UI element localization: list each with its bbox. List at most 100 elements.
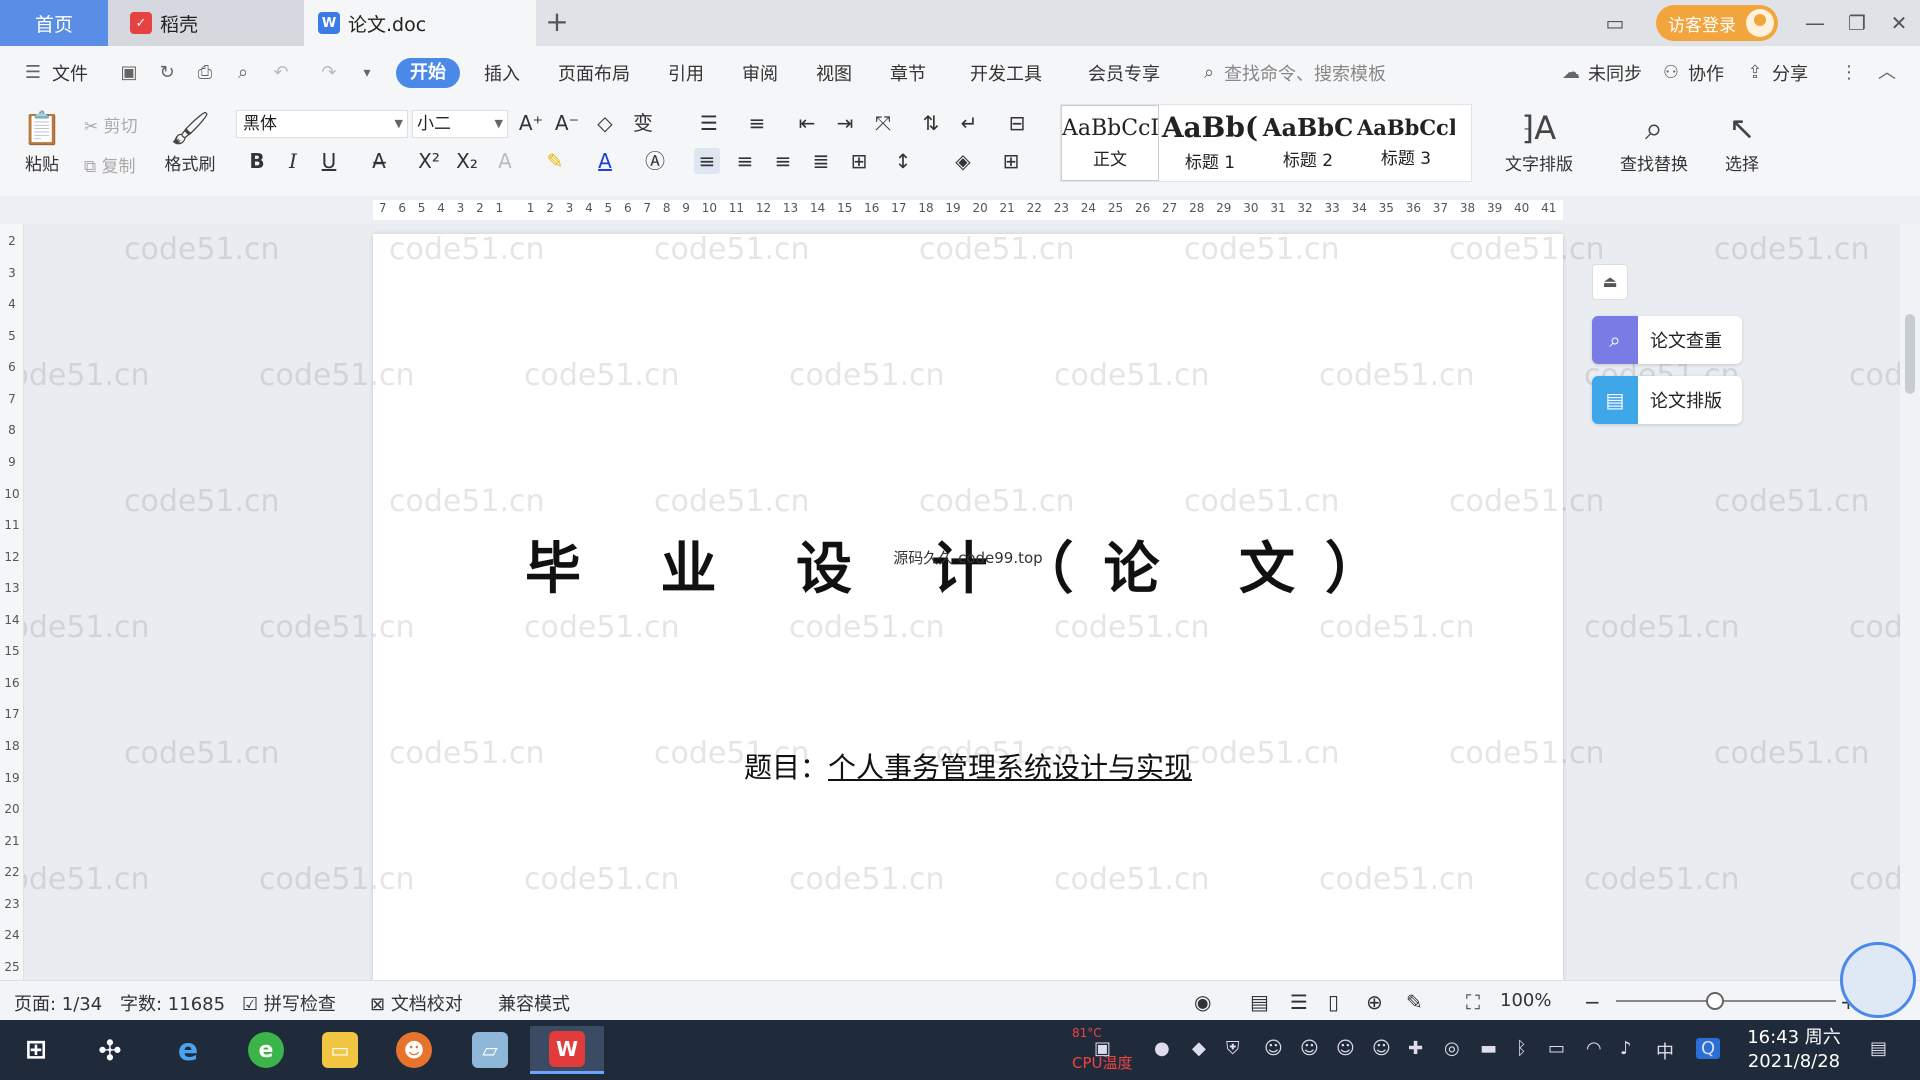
media-app-icon[interactable]: ☻ bbox=[386, 1026, 442, 1074]
notes-app-icon[interactable]: ▱ bbox=[462, 1026, 518, 1074]
style-heading-3[interactable]: AaBbCcl 标题 3 bbox=[1357, 105, 1455, 181]
strikethrough-icon[interactable]: A̶ bbox=[366, 148, 392, 174]
line-spacing-icon[interactable]: ↕ bbox=[890, 148, 916, 174]
menu-references[interactable]: 引用 bbox=[668, 60, 704, 86]
superscript-icon[interactable]: X² bbox=[416, 148, 442, 174]
more-options-icon[interactable]: ⋮ bbox=[1838, 62, 1860, 84]
qq-icon[interactable]: ☺ bbox=[1372, 1038, 1391, 1059]
shrink-font-icon[interactable]: A⁻ bbox=[554, 110, 580, 136]
gpu-icon[interactable]: ▬ bbox=[1480, 1038, 1497, 1059]
scroll-thumb[interactable] bbox=[1905, 314, 1915, 394]
zoom-slider[interactable] bbox=[1616, 1000, 1836, 1002]
sort-icon[interactable]: ⇅ bbox=[918, 110, 944, 136]
text-effect-icon[interactable]: A bbox=[492, 148, 518, 174]
floating-assistant-avatar[interactable] bbox=[1840, 942, 1916, 1018]
cut-button[interactable]: ✂ 剪切 bbox=[84, 112, 138, 137]
file-explorer-icon[interactable]: ▭ bbox=[312, 1026, 368, 1074]
style-heading-2[interactable]: AaBbC 标题 2 bbox=[1259, 105, 1357, 181]
subscript-icon[interactable]: X₂ bbox=[454, 148, 480, 174]
restore-icon[interactable]: ❐ bbox=[1842, 8, 1872, 38]
increase-indent-icon[interactable]: ⇥ bbox=[832, 110, 858, 136]
layout-switch-icon[interactable]: ▭ bbox=[1600, 8, 1630, 38]
new-tab-button[interactable]: + bbox=[540, 6, 574, 40]
reading-view-icon[interactable]: ▯ bbox=[1328, 990, 1339, 1014]
battery-icon[interactable]: ▭ bbox=[1548, 1038, 1565, 1059]
find-replace-button[interactable]: ⌕ 查找替换 bbox=[1606, 106, 1702, 175]
menu-page-layout[interactable]: 页面布局 bbox=[558, 60, 630, 86]
shield-icon[interactable]: ⛨ bbox=[1226, 1038, 1240, 1059]
search-app-icon[interactable]: Q bbox=[1696, 1038, 1721, 1059]
justify-icon[interactable]: ≣ bbox=[808, 148, 834, 174]
tab-ruler-icon[interactable]: ⊟ bbox=[1004, 110, 1030, 136]
borders-icon[interactable]: ⊞ bbox=[998, 148, 1024, 174]
menu-member[interactable]: 会员专享 bbox=[1088, 60, 1160, 86]
volume-icon[interactable]: ♪ bbox=[1620, 1038, 1632, 1059]
tray-app-icon[interactable]: ◆ bbox=[1192, 1038, 1206, 1059]
vertical-scrollbar[interactable] bbox=[1900, 224, 1920, 980]
export-icon[interactable]: ↻ bbox=[156, 62, 178, 84]
collapse-ribbon-icon[interactable]: ︿ bbox=[1876, 62, 1898, 84]
panel-collapse-icon[interactable]: ⏏ bbox=[1592, 264, 1628, 300]
browser-360-icon[interactable]: e bbox=[238, 1026, 294, 1074]
zoom-level[interactable]: 100% bbox=[1500, 990, 1551, 1011]
menu-view[interactable]: 视图 bbox=[816, 60, 852, 86]
underline-icon[interactable]: U bbox=[316, 148, 342, 174]
page-indicator[interactable]: 页面: 1/34 bbox=[14, 990, 102, 1016]
phonetic-icon[interactable]: 变 bbox=[630, 110, 656, 136]
doc-proof-button[interactable]: ⊠ 文档校对 bbox=[370, 990, 463, 1016]
guest-login-button[interactable]: 访客登录 bbox=[1656, 5, 1778, 41]
windows-start-icon[interactable]: ⊞ bbox=[8, 1026, 64, 1074]
ie-browser-icon[interactable]: e bbox=[160, 1026, 216, 1074]
clear-format-icon[interactable]: ◇ bbox=[592, 110, 618, 136]
bullet-list-icon[interactable]: ☰ bbox=[696, 110, 722, 136]
paper-format-button[interactable]: ▤ 论文排版 bbox=[1592, 376, 1742, 424]
format-painter-button[interactable]: 🖌 格式刷 bbox=[160, 106, 220, 175]
bluetooth-icon[interactable]: ᛒ bbox=[1516, 1038, 1527, 1059]
menu-developer[interactable]: 开发工具 bbox=[970, 60, 1042, 86]
hamburger-icon[interactable]: ☰ bbox=[22, 62, 44, 84]
copy-button[interactable]: ⧉ 复制 bbox=[84, 152, 136, 177]
minimize-icon[interactable]: — bbox=[1800, 8, 1830, 38]
menu-file[interactable]: 文件 bbox=[52, 60, 88, 86]
tab-daoke[interactable]: ✓ 稻壳 bbox=[108, 0, 304, 46]
font-color-icon[interactable]: A bbox=[592, 148, 618, 174]
menu-review[interactable]: 审阅 bbox=[742, 60, 778, 86]
menu-home[interactable]: 开始 bbox=[396, 58, 460, 88]
command-search-input[interactable]: 查找命令、搜索模板 bbox=[1224, 60, 1386, 86]
plagiarism-check-button[interactable]: ⌕ 论文查重 bbox=[1592, 316, 1742, 364]
document-page[interactable]: 毕 业 设 计（论 文） 源码久久 code99.top 题目：个人事务管理系统… bbox=[373, 234, 1563, 980]
qq-icon[interactable]: ☺ bbox=[1264, 1038, 1283, 1059]
tray-app-icon[interactable]: ✚ bbox=[1408, 1038, 1423, 1059]
menu-chapter[interactable]: 章节 bbox=[890, 60, 926, 86]
spell-check-button[interactable]: ☑ 拼写检查 bbox=[242, 990, 336, 1016]
char-border-icon[interactable]: Ⓐ bbox=[642, 148, 668, 174]
tab-document[interactable]: W 论文.doc bbox=[304, 0, 536, 46]
show-marks-icon[interactable]: ↵ bbox=[956, 110, 982, 136]
italic-icon[interactable]: I bbox=[280, 148, 306, 174]
web-view-icon[interactable]: ⊕ bbox=[1366, 990, 1383, 1014]
numbered-list-icon[interactable]: ≡ bbox=[744, 110, 770, 136]
monitor-icon[interactable]: ▣ bbox=[1094, 1038, 1111, 1059]
align-right-icon[interactable]: ≡ bbox=[770, 148, 796, 174]
distribute-icon[interactable]: ⊞ bbox=[846, 148, 872, 174]
share-button[interactable]: 分享 bbox=[1772, 60, 1808, 86]
highlight-icon[interactable]: ✎ bbox=[542, 148, 568, 174]
redo-icon[interactable]: ↷ bbox=[318, 62, 340, 84]
tab-home[interactable]: 首页 bbox=[0, 0, 108, 46]
ime-indicator[interactable]: 中 bbox=[1656, 1038, 1674, 1064]
word-count[interactable]: 字数: 11685 bbox=[120, 990, 225, 1016]
quick-access-dropdown-icon[interactable]: ▾ bbox=[356, 62, 378, 84]
align-center-icon[interactable]: ≡ bbox=[732, 148, 758, 174]
zoom-out-icon[interactable]: − bbox=[1584, 990, 1601, 1014]
outline-view-icon[interactable]: ☰ bbox=[1290, 990, 1308, 1014]
paste-button[interactable]: 📋 粘贴 bbox=[14, 106, 70, 175]
chinese-layout-icon[interactable]: ⤧ bbox=[870, 110, 896, 136]
grow-font-icon[interactable]: A⁺ bbox=[518, 110, 544, 136]
vertical-ruler[interactable]: 2 3 4 5 6 7 8 9 10 11 12 13 14 15 16 17 18 19 20 21 22 23 24 25 bbox=[0, 224, 24, 980]
print-preview-icon[interactable]: ⌕ bbox=[232, 62, 254, 84]
fit-page-icon[interactable]: ⛶ bbox=[1466, 990, 1480, 1014]
page-view-icon[interactable]: ▤ bbox=[1250, 990, 1269, 1014]
style-heading-1[interactable]: AaBb( 标题 1 bbox=[1161, 105, 1259, 181]
horizontal-ruler[interactable]: 7 6 5 4 3 2 1 1 2 3 4 5 6 7 8 9 10 11 12 13 14 15 16 17 18 19 20 21… bbox=[0, 196, 1920, 224]
collaborate-button[interactable]: 协作 bbox=[1688, 60, 1724, 86]
